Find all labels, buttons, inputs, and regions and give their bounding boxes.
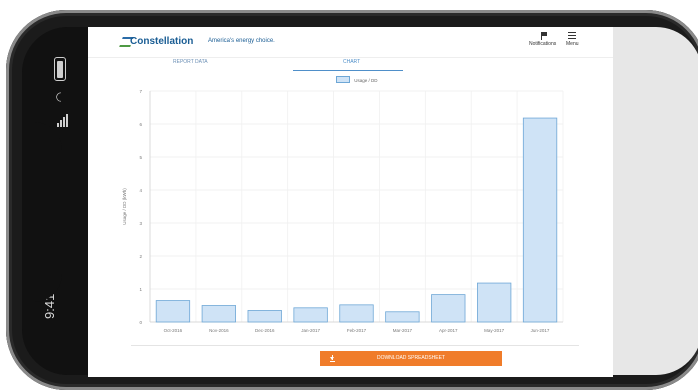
y-tick-label: 6 [139, 122, 142, 127]
legend-label: Usage / DD [354, 78, 378, 83]
x-tick-label: May-2017 [484, 328, 505, 333]
y-tick-label: 7 [139, 89, 142, 94]
menu-label: Menu [566, 41, 579, 47]
notifications-label: Notifications [529, 41, 557, 47]
y-axis-label: Usage / DD (kWh) [122, 188, 127, 225]
tab-report-data[interactable]: REPORT DATA [173, 59, 208, 65]
legend-swatch [336, 76, 350, 83]
chart-bar [339, 304, 374, 323]
chart-bar [477, 282, 512, 323]
x-tick-label: Mar-2017 [393, 328, 413, 333]
chart-bar [522, 117, 558, 323]
report-tabs: REPORT DATA CHART [133, 59, 573, 73]
chart-bar [155, 300, 191, 323]
chart-footer-divider [131, 345, 579, 346]
y-tick-label: 2 [139, 254, 142, 259]
app-window: Constellation America's energy choice. N… [88, 27, 613, 377]
x-tick-label: Jan-2017 [301, 328, 320, 333]
notifications-button[interactable]: Notifications [529, 32, 556, 47]
chart-bar [385, 311, 420, 323]
usage-chart: 0 1 2 3 4 5 6 7 Oct-2016 Nov-2016 Dec-2016 Jan-2017… [122, 89, 564, 333]
phone-notch [22, 122, 62, 302]
signal-icon [57, 113, 69, 127]
y-tick-label: 3 [139, 221, 142, 226]
chart-bar [431, 294, 466, 323]
active-tab-indicator [293, 70, 403, 71]
tab-chart[interactable]: CHART [343, 59, 360, 65]
app-header: Constellation America's energy choice. N… [88, 27, 613, 58]
flag-icon [539, 32, 547, 40]
brand-logo-text: Constellation [130, 36, 194, 47]
brand-tagline: America's energy choice. [208, 38, 275, 44]
y-tick-label: 4 [139, 188, 142, 193]
battery-icon [54, 57, 66, 81]
chart-bar [201, 305, 236, 323]
wifi-icon: ◠ [53, 91, 68, 103]
chart-legend: Usage / DD [336, 76, 378, 83]
chart-bar [247, 310, 282, 323]
x-tick-label: Apr-2017 [439, 328, 458, 333]
chart-container: 0 1 2 3 4 5 6 7 Oct-2016 Nov-2016 Dec-2016 Jan-2017… [119, 84, 580, 350]
menu-button[interactable]: Menu [566, 32, 579, 47]
y-tick-label: 5 [139, 155, 142, 160]
y-tick-label: 0 [139, 320, 142, 325]
x-tick-label: Dec-2016 [255, 328, 275, 333]
y-tick-label: 1 [139, 287, 142, 292]
x-tick-label: Jun-2017 [531, 328, 550, 333]
download-icon [330, 354, 336, 363]
download-spreadsheet-button[interactable]: DOWNLOAD SPREADSHEET [320, 351, 502, 366]
download-label: DOWNLOAD SPREADSHEET [376, 355, 446, 361]
x-tick-label: Feb-2017 [347, 328, 367, 333]
download-arrow-icon [330, 357, 334, 360]
chart-bar [293, 307, 328, 323]
x-tick-label: Oct-2016 [164, 328, 183, 333]
x-tick-label: Nov-2016 [209, 328, 229, 333]
hamburger-menu-icon [568, 32, 577, 40]
